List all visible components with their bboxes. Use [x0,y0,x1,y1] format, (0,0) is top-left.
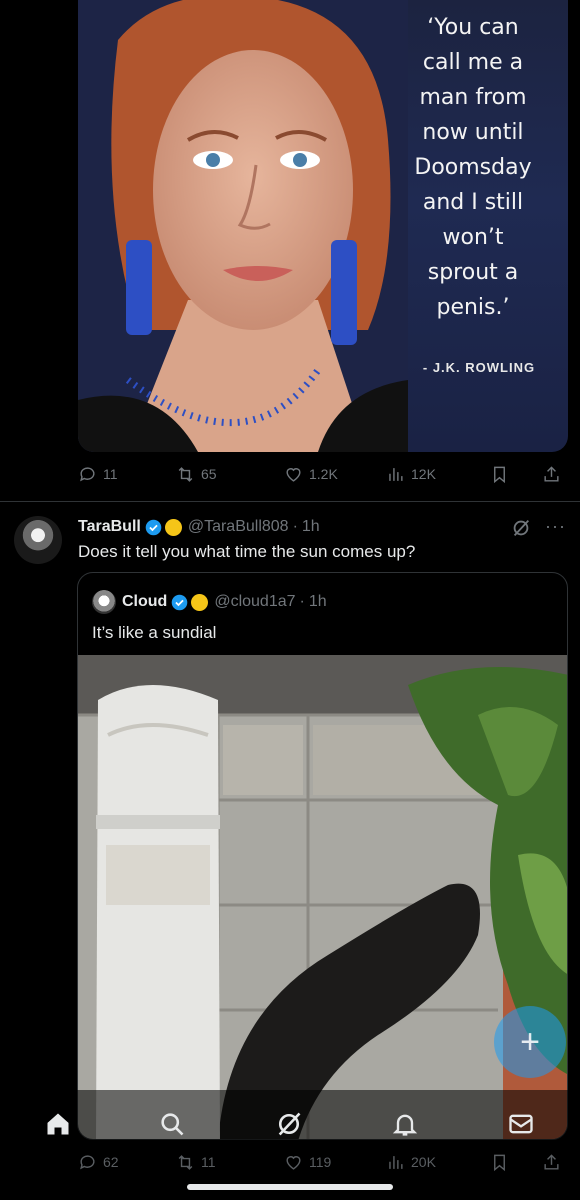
quoted-post-time: 1h [308,593,327,610]
bookmark-button[interactable] [490,1148,509,1176]
bell-icon [392,1114,418,1136]
speech-bubble-icon [80,466,95,481]
reply-button[interactable]: 62 [78,1148,119,1176]
home-indicator [187,1184,393,1190]
verified-badge-icon [172,594,188,610]
repost-arrows-icon [178,466,193,482]
quote-text: ‘You can call me a man from now until Do… [414,15,532,320]
quoted-avatar [92,590,116,614]
separator-dot: · [299,593,305,610]
quote-attribution: - J.K. ROWLING [422,360,536,375]
separator-dot: · [292,518,298,535]
post-actions: 62 11 119 20K [78,1148,568,1176]
sundial-photo[interactable] [78,655,568,1140]
gold-badge-icon [164,518,182,536]
like-button[interactable]: 119 [284,1148,331,1176]
views-button[interactable]: 20K [386,1148,436,1176]
post-divider [0,501,580,502]
share-button[interactable] [542,1148,561,1176]
bookmark-icon [494,1154,505,1171]
avatar[interactable] [14,516,62,564]
tab-messages[interactable] [507,1110,537,1140]
compose-button[interactable]: + [494,1006,566,1078]
like-button[interactable]: 1.2K [284,460,338,488]
gold-badge-icon [191,593,209,611]
more-options-icon[interactable]: ··· [545,516,566,537]
grok-icon[interactable] [510,517,532,539]
author-name[interactable]: TaraBull [78,518,141,536]
verified-badge-icon [145,519,162,535]
bottom-tab-bar [0,1090,580,1152]
post-time[interactable]: 1h [302,518,320,536]
post-actions: 11 65 1.2K 12K [78,460,568,488]
quote-overlay: ‘You can call me a man from now until Do… [398,10,548,325]
quoted-author-name: Cloud [122,593,168,610]
tab-notifications[interactable] [391,1110,421,1140]
author-handle[interactable]: @TaraBull808 [188,518,289,536]
like-count: 1.2K [309,466,338,482]
grok-icon [278,1112,301,1136]
bookmark-icon [494,466,505,483]
reply-button[interactable]: 11 [78,460,118,488]
plus-icon: + [520,1022,540,1061]
repost-arrows-icon [178,1154,193,1170]
repost-count: 11 [201,1154,216,1170]
repost-button[interactable]: 65 [176,460,217,488]
post-header: TaraBull @TaraBull808 · 1h [78,515,320,539]
share-icon [544,1153,559,1170]
post-text: Does it tell you what time the sun comes… [78,542,416,561]
quoted-post-text: It’s like a sundial [92,623,217,642]
tab-grok[interactable] [275,1110,305,1140]
heart-icon [286,467,301,482]
like-count: 119 [309,1154,332,1170]
portrait-photo [78,0,408,452]
view-count: 12K [411,466,436,482]
bar-chart-icon [389,467,403,481]
repost-button[interactable]: 11 [176,1148,216,1176]
tab-home[interactable] [44,1110,74,1140]
reply-count: 11 [103,466,118,482]
quoted-post-header: Cloud @cloud1a7 · 1h [92,590,327,614]
heart-icon [286,1155,301,1170]
share-button[interactable] [542,460,561,488]
quoted-post[interactable]: Cloud @cloud1a7 · 1h It’s like a sundial [77,572,568,1140]
views-button[interactable]: 12K [386,460,436,488]
view-count: 20K [411,1154,436,1170]
share-icon [544,465,559,482]
quoted-author-handle: @cloud1a7 [214,593,296,610]
mail-icon [509,1114,533,1134]
reply-count: 62 [103,1154,119,1170]
tab-search[interactable] [158,1110,188,1140]
bar-chart-icon [389,1155,403,1169]
home-icon [47,1113,69,1135]
post-image[interactable]: ‘You can call me a man from now until Do… [78,0,568,452]
speech-bubble-icon [80,1154,95,1169]
repost-count: 65 [201,466,217,482]
bookmark-button[interactable] [490,460,509,488]
search-icon [161,1113,184,1136]
